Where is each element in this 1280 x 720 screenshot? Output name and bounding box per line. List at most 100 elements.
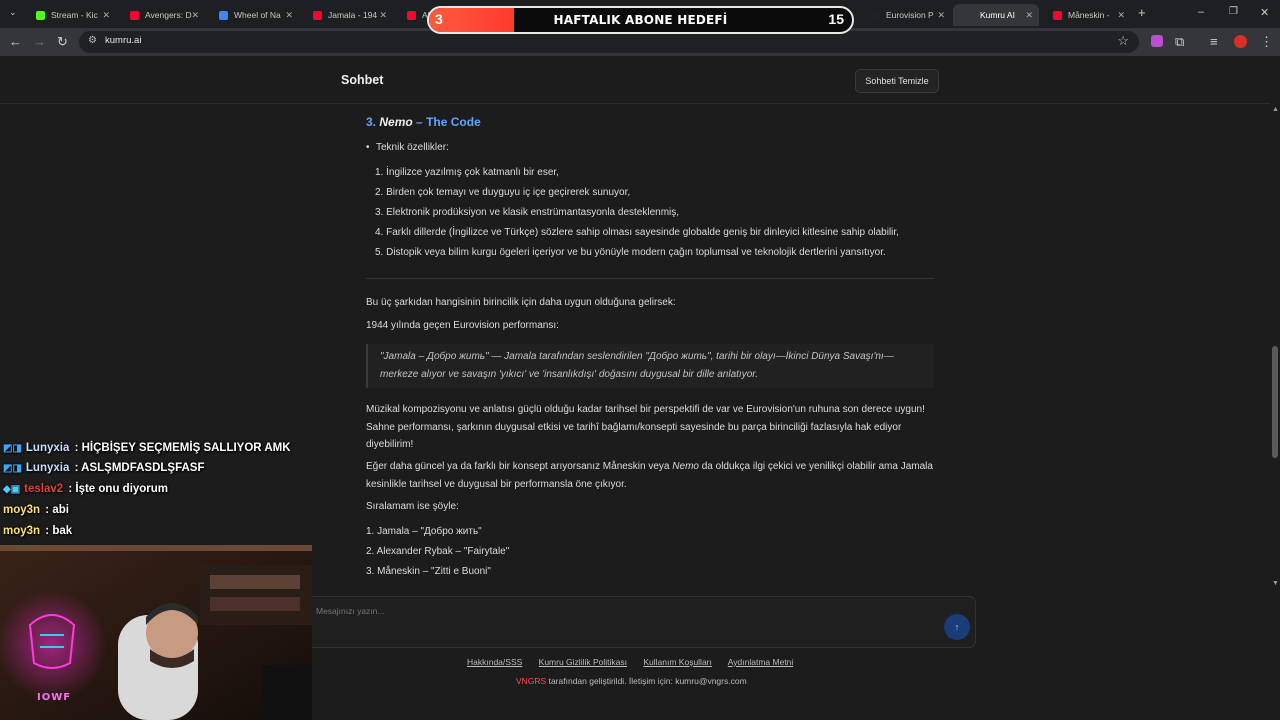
bookmark-star-icon[interactable]: ☆	[1117, 33, 1129, 49]
media-control-icon[interactable]: ≡	[1210, 34, 1218, 49]
chat-badges-icon: ◆▣	[3, 484, 21, 495]
forward-icon[interactable]: →	[33, 34, 46, 49]
bullet-item: Teknik özellikler:	[366, 142, 449, 153]
ranking-item: 1. Jamala – "Добро жить"	[366, 526, 482, 537]
tab-label: Stream - Kic	[51, 10, 98, 20]
subscriber-goal-overlay: 3 HAFTALIK ABONE HEDEFİ 15	[427, 6, 854, 34]
tab-search-chevron-icon[interactable]: ⌄	[9, 7, 17, 18]
tab-favicon-icon	[313, 10, 322, 20]
browser-tab[interactable]: Stream - Kic ✕	[24, 4, 116, 26]
tab-close-icon[interactable]: ✕	[937, 10, 945, 21]
browser-tab[interactable]: Wheel of Na ✕	[207, 4, 299, 26]
tab-label: Kumru AI	[980, 10, 1015, 20]
heading-artist: Nemo	[379, 115, 413, 129]
tab-favicon-icon	[871, 10, 880, 20]
address-bar[interactable]: ⚙ kumru.ai ☆	[79, 31, 1139, 53]
goal-title: HAFTALIK ABONE HEDEFİ	[553, 13, 728, 27]
page-title: Sohbet	[341, 73, 384, 87]
new-tab-button[interactable]: +	[1138, 5, 1146, 20]
chat-username: moy3n	[3, 504, 41, 516]
browser-tab[interactable]: Avengers: D ✕	[118, 4, 205, 26]
browser-tab[interactable]: Eurovision P ✕	[859, 4, 951, 26]
heading-dash: –	[416, 115, 423, 129]
clear-chat-button[interactable]: Sohbeti Temizle	[855, 69, 939, 93]
tab-favicon-icon	[407, 10, 416, 20]
tab-label: Avengers: D	[145, 10, 192, 20]
message-input[interactable]	[316, 606, 916, 616]
ranking-item: 2. Alexander Rybak – "Fairytale"	[366, 546, 510, 557]
tab-label: Måneskin -	[1068, 10, 1110, 20]
footer-link-disclosure[interactable]: Aydınlatma Metni	[728, 657, 794, 667]
extensions-puzzle-icon[interactable]: ⧉	[1175, 34, 1184, 50]
tab-close-icon[interactable]: ✕	[191, 10, 199, 21]
heading-number: 3.	[366, 115, 377, 129]
chat-text: İşte onu diyorum	[75, 483, 169, 495]
browser-tab[interactable]: Jamala - 194 ✕	[301, 4, 393, 26]
footer-links: Hakkında/SSS Kumru Gizlilik Politikası K…	[467, 657, 807, 667]
tab-favicon-icon	[219, 10, 228, 20]
chat-message: moy3n : abi	[3, 504, 69, 516]
streamer-webcam: IOWF	[0, 545, 312, 720]
neon-sign-text: IOWF	[37, 692, 72, 703]
scroll-up-icon[interactable]: ▲	[1272, 106, 1279, 113]
feature-item: 2. Birden çok temayı ve duyguyu iç içe g…	[375, 187, 631, 198]
message-composer: ↑	[305, 596, 976, 648]
chat-message: moy3n : bak	[3, 525, 73, 537]
chat-message: ◩◨ Lunyxia : ASLŞMDFASDLŞFASF	[3, 462, 205, 474]
tab-favicon-icon	[1053, 10, 1062, 20]
footer-link-about[interactable]: Hakkında/SSS	[467, 657, 522, 667]
chat-username: teslav2	[24, 483, 64, 495]
song-heading: 3. Nemo – The Code	[366, 115, 481, 129]
site-info-icon[interactable]: ⚙	[88, 35, 97, 46]
chat-message: ◩◨ Lunyxia : HİÇBİŞEY SEÇMEMİŞ SALLIYOR A…	[3, 442, 291, 454]
footer-link-terms[interactable]: Kullanım Koşulları	[643, 657, 712, 667]
intro-text: Bu üç şarkıdan hangisinin birincilik içi…	[366, 297, 676, 308]
chat-header: Sohbet Sohbeti Temizle	[0, 56, 1270, 104]
scrollbar[interactable]: ▲ ▼	[1270, 104, 1280, 590]
paragraph: Müzikal kompozisyonu ve anlatısı güçlü o…	[366, 404, 925, 450]
window-close-icon[interactable]: ✕	[1260, 6, 1269, 19]
feature-item: 4. Farklı dillerde (İngilizce ve Türkçe)…	[375, 227, 899, 238]
feature-item: 3. Elektronik prodüksiyon ve klasik enst…	[375, 207, 680, 218]
tab-close-icon[interactable]: ✕	[1025, 10, 1033, 21]
reload-icon[interactable]: ↻	[57, 34, 68, 50]
chat-text: ASLŞMDFASDLŞFASF	[81, 462, 205, 474]
send-button[interactable]: ↑	[944, 614, 970, 640]
browser-tab[interactable]: Måneskin - ✕	[1041, 4, 1131, 26]
chat-text: bak	[52, 525, 73, 537]
tab-close-icon[interactable]: ✕	[102, 10, 110, 21]
ranking-intro: Sıralamam ise şöyle:	[366, 501, 459, 512]
chat-message: 3. Nemo – The Code Teknik özellikler: 1.…	[366, 104, 934, 590]
chat-text: HİÇBİŞEY SEÇMEMİŞ SALLIYOR AMK	[81, 442, 291, 454]
arrow-up-icon: ↑	[954, 622, 960, 632]
menu-kebab-icon[interactable]: ⋮	[1260, 34, 1273, 50]
divider	[366, 278, 934, 279]
footer-note: VNGRS tarafından geliştirildi. İletişim …	[516, 676, 747, 686]
scrollbar-thumb[interactable]	[1272, 346, 1278, 458]
footer-note-text: tarafından geliştirildi. İletişim için: …	[546, 676, 747, 686]
tab-close-icon[interactable]: ✕	[1117, 10, 1125, 21]
back-icon[interactable]: ←	[9, 34, 22, 49]
chat-username: moy3n	[3, 525, 41, 537]
paragraph: Eğer daha güncel ya da farklı bir konsep…	[366, 458, 934, 493]
minimize-icon[interactable]: –	[1198, 6, 1204, 18]
paragraph-text: Eğer daha güncel ya da farklı bir konsep…	[366, 461, 673, 472]
ranking-item: 3. Måneskin – "Zitti e Buoni"	[366, 566, 491, 577]
tab-label: Wheel of Na	[234, 10, 281, 20]
tab-close-icon[interactable]: ✕	[379, 10, 387, 21]
extension-icon[interactable]	[1151, 35, 1163, 47]
chat-text: abi	[52, 504, 69, 516]
blockquote: "Jamala – Добро жить" — Jamala tarafında…	[366, 344, 934, 388]
url-text: kumru.ai	[105, 35, 142, 46]
profile-avatar[interactable]	[1234, 35, 1247, 48]
footer-link-privacy[interactable]: Kumru Gizlilik Politikası	[539, 657, 627, 667]
chat-badges-icon: ◩◨	[3, 463, 22, 474]
intro-text: 1944 yılında geçen Eurovision performans…	[366, 320, 559, 331]
heading-song: The Code	[426, 115, 481, 129]
restore-icon[interactable]: ❐	[1229, 6, 1238, 17]
tab-close-icon[interactable]: ✕	[285, 10, 293, 21]
chat-username: Lunyxia	[25, 462, 70, 474]
brand-name[interactable]: VNGRS	[516, 676, 546, 686]
scroll-down-icon[interactable]: ▼	[1272, 580, 1279, 587]
browser-tab[interactable]: Kumru AI ✕	[953, 4, 1039, 26]
